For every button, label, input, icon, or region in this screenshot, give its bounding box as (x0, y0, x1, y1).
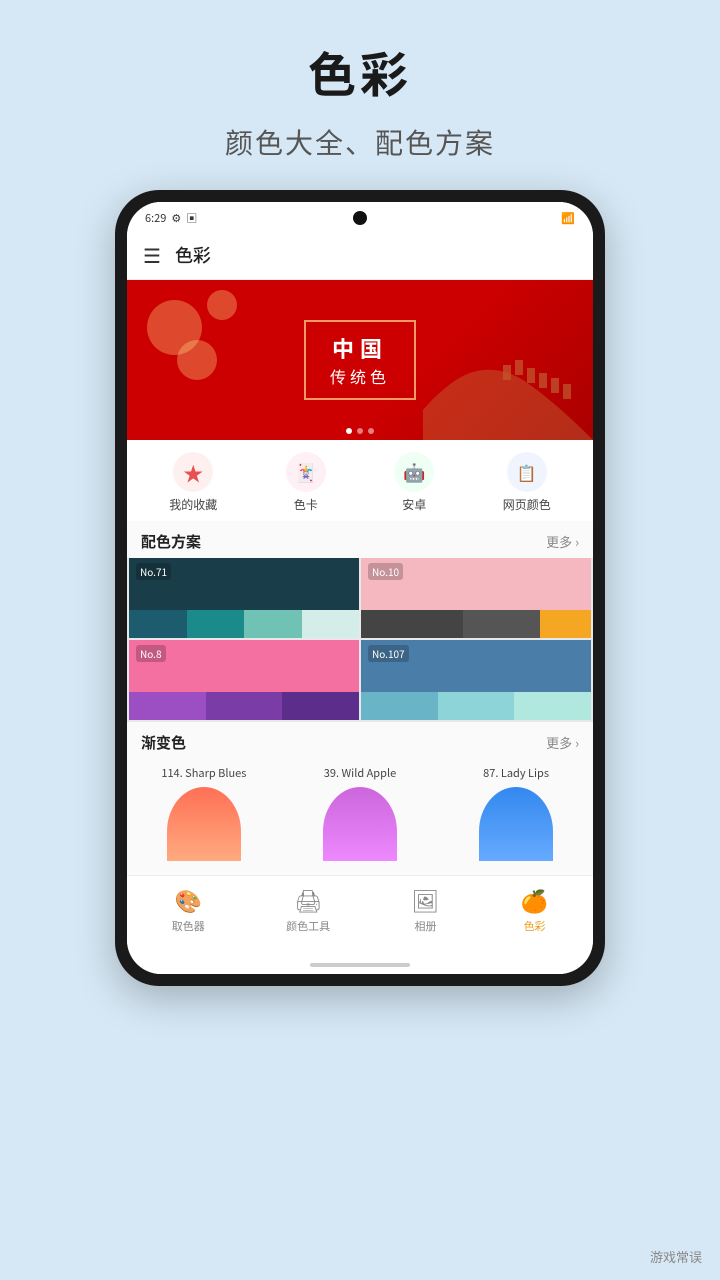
app-header: ☰ 色彩 (127, 230, 593, 280)
banner-text-box: 中国 传统色 (304, 320, 416, 400)
tab-color-label: 色彩 (524, 918, 546, 934)
android-icon-bg: 🤖 (394, 452, 434, 492)
settings-icon: ⚙ (171, 210, 181, 226)
notification-icon: ▣ (186, 210, 197, 226)
color-card-icon: 🃏 (295, 459, 317, 485)
banner-dot-2 (357, 428, 363, 434)
banner-dot-1 (346, 428, 352, 434)
phone-frame: 6:29 ⚙ ▣ 📶 ☰ 色彩 (115, 190, 605, 986)
palette-section-header: 配色方案 更多 › (127, 521, 593, 558)
web-colors-icon-bg: 📋 (507, 452, 547, 492)
banner-dots (346, 428, 374, 434)
palette-label-107: No.107 (368, 645, 409, 662)
favorites-icon: ★ (183, 458, 203, 487)
palette-label-8: No.8 (136, 645, 166, 662)
banner-main-text: 中国 (330, 332, 390, 364)
tab-color-picker[interactable]: 🎨 取色器 (172, 884, 205, 934)
palette-section-title: 配色方案 (141, 531, 201, 552)
palette-card-10[interactable]: No.10 (361, 558, 591, 638)
gradient-label-1: 39. Wild Apple (324, 765, 396, 781)
palette-label-71: No.71 (136, 563, 171, 580)
watermark: 游戏常误 (650, 1247, 702, 1266)
tab-color-tools-label: 颜色工具 (286, 918, 330, 934)
gradient-section-more[interactable]: 更多 › (546, 733, 579, 752)
web-colors-icon: 📋 (517, 460, 537, 484)
gradient-label-2: 87. Lady Lips (483, 765, 549, 781)
favorites-icon-bg: ★ (173, 452, 213, 492)
tab-album-label: 相册 (414, 918, 436, 934)
gradient-items: 114. Sharp Blues 39. Wild Apple 87. Lady… (127, 759, 593, 871)
status-time: 6:29 (145, 210, 166, 226)
gradient-circle-2 (479, 787, 553, 861)
signal-icon: 📶 (561, 210, 575, 226)
palette-label-10: No.10 (368, 563, 403, 580)
bottom-bar: 🎨 取色器 🖨 颜色工具 🖼 相册 🍊 色彩 (127, 875, 593, 944)
tab-album[interactable]: 🖼 相册 (412, 884, 440, 934)
phone-screen: 6:29 ⚙ ▣ 📶 ☰ 色彩 (127, 202, 593, 974)
status-bar: 6:29 ⚙ ▣ 📶 (127, 202, 593, 230)
gradient-item-1[interactable]: 39. Wild Apple (293, 765, 427, 861)
nav-color-card[interactable]: 🃏 色卡 (286, 452, 326, 513)
palettes-grid: No.71 No.10 (127, 558, 593, 722)
banner: 中国 传统色 (127, 280, 593, 440)
android-icon: 🤖 (403, 459, 425, 485)
color-card-icon-bg: 🃏 (286, 452, 326, 492)
camera-notch (353, 211, 367, 225)
great-wall-svg (423, 310, 593, 440)
gradient-label-0: 114. Sharp Blues (161, 765, 246, 781)
banner-dot-3 (368, 428, 374, 434)
nav-favorites[interactable]: ★ 我的收藏 (169, 452, 217, 513)
nav-android[interactable]: 🤖 安卓 (394, 452, 434, 513)
gradient-section: 渐变色 更多 › 114. Sharp Blues 39. Wild Apple… (127, 722, 593, 875)
gradient-item-2[interactable]: 87. Lady Lips (449, 765, 583, 861)
tab-color-tools-icon: 🖨 (294, 884, 322, 916)
status-right: 📶 (561, 210, 575, 226)
tab-color-icon: 🍊 (521, 884, 548, 916)
tab-color-picker-icon: 🎨 (175, 884, 202, 916)
tab-color-picker-label: 取色器 (172, 918, 205, 934)
tab-album-icon: 🖼 (412, 884, 440, 916)
banner-sub-text: 传统色 (330, 364, 390, 388)
tab-color[interactable]: 🍊 色彩 (521, 884, 548, 934)
palette-card-107[interactable]: No.107 (361, 640, 591, 720)
home-bar (310, 963, 410, 967)
menu-icon[interactable]: ☰ (143, 240, 161, 269)
nav-android-label: 安卓 (402, 496, 426, 513)
gradient-item-0[interactable]: 114. Sharp Blues (137, 765, 271, 861)
page-subtitle: 颜色大全、配色方案 (225, 122, 495, 162)
palette-card-8[interactable]: No.8 (129, 640, 359, 720)
nav-color-card-label: 色卡 (294, 496, 318, 513)
page-title: 色彩 (308, 36, 412, 106)
palette-section-more[interactable]: 更多 › (546, 532, 579, 551)
palette-card-71[interactable]: No.71 (129, 558, 359, 638)
gradient-section-header: 渐变色 更多 › (127, 722, 593, 759)
nav-web-colors[interactable]: 📋 网页颜色 (503, 452, 551, 513)
nav-icons: ★ 我的收藏 🃏 色卡 🤖 安卓 📋 网页颜色 (127, 440, 593, 521)
gradient-circle-1 (323, 787, 397, 861)
home-indicator (127, 944, 593, 974)
nav-favorites-label: 我的收藏 (169, 496, 217, 513)
camera-dot (353, 211, 367, 225)
tab-color-tools[interactable]: 🖨 颜色工具 (286, 884, 330, 934)
gradient-circle-0 (167, 787, 241, 861)
gradient-section-title: 渐变色 (141, 732, 186, 753)
app-header-title: 色彩 (175, 242, 211, 268)
status-left: 6:29 ⚙ ▣ (145, 210, 197, 226)
nav-web-colors-label: 网页颜色 (503, 496, 551, 513)
